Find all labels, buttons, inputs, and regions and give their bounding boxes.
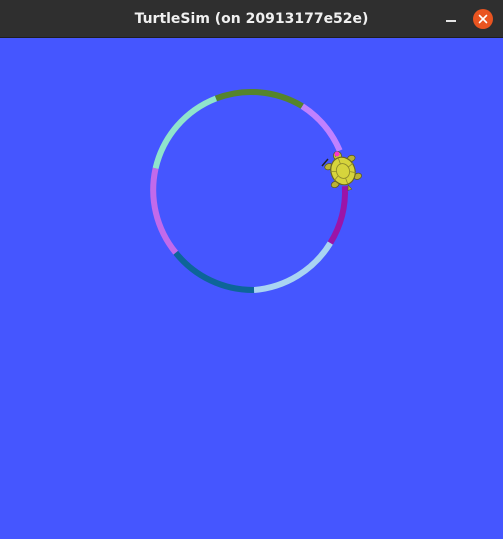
trail-segment-1 (214, 89, 304, 109)
trail-segment-7 (152, 95, 218, 170)
close-icon (478, 14, 488, 24)
turtlesim-window: TurtleSim (on 20913177e52e) (0, 0, 503, 539)
trail-segment-5 (173, 250, 255, 294)
turtle-canvas (0, 38, 503, 539)
turtle-trail (150, 89, 348, 294)
minimize-button[interactable] (440, 7, 462, 29)
close-button[interactable] (473, 9, 493, 29)
trail-segment-4 (253, 241, 333, 293)
window-title: TurtleSim (on 20913177e52e) (134, 10, 369, 27)
trail-segment-6 (150, 167, 179, 255)
drawing-surface (150, 89, 362, 294)
minimize-icon (446, 20, 456, 22)
trail-segment-2 (300, 103, 343, 152)
trail-segment-3 (327, 186, 348, 245)
title-bar[interactable]: TurtleSim (on 20913177e52e) (0, 0, 503, 38)
